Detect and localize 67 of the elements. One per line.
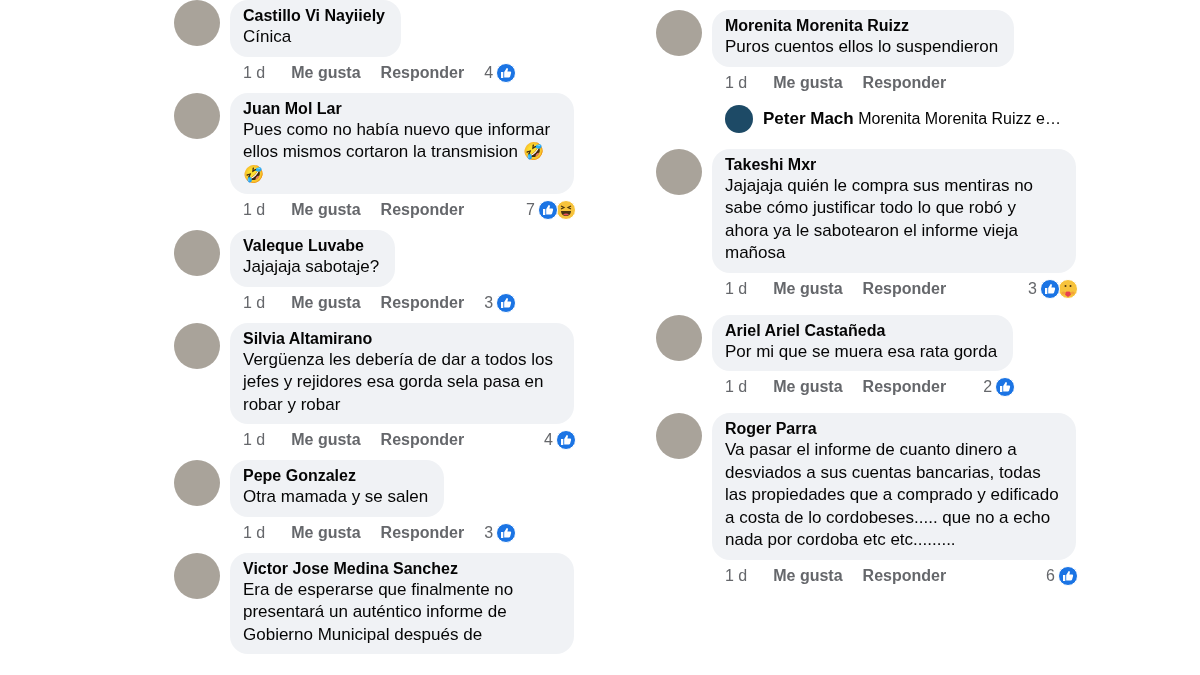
reply-link[interactable]: Responder <box>862 377 947 397</box>
comment-author[interactable]: Morenita Morenita Ruizz <box>725 16 999 36</box>
comment-text: Cínica <box>243 26 293 48</box>
like-link[interactable]: Me gusta <box>773 565 843 586</box>
like-link[interactable]: Me gusta <box>291 292 361 313</box>
comment-text: Pues como no había nuevo que informar ellos mismos cortaron la transmision 🤣🤣 <box>243 118 552 186</box>
reaction-count[interactable]: 4 <box>484 62 494 83</box>
thumbs-up-icon <box>1058 565 1078 586</box>
like-link[interactable]: Me gusta <box>291 62 361 83</box>
comment-author[interactable]: Castillo Vi Nayiiely <box>243 6 385 26</box>
reply-link[interactable]: Responder <box>380 522 465 543</box>
laughing-face-icon <box>556 200 576 220</box>
avatar-placeholder[interactable] <box>725 104 753 133</box>
comment-time[interactable]: 1 d <box>725 72 748 93</box>
comment-time[interactable]: 1 d <box>725 278 748 299</box>
reply-link[interactable]: Responder <box>380 430 465 450</box>
thumbs-up-icon <box>496 522 517 543</box>
comment-time[interactable]: 1 d <box>243 522 266 543</box>
comment-author[interactable]: Takeshi Mxr <box>725 154 1060 175</box>
comment-author[interactable]: Ariel Ariel Castañeda <box>725 320 998 341</box>
comment-text: Puros cuentos ellos lo suspendieron <box>725 36 999 58</box>
reaction-count[interactable]: 3 <box>1028 278 1037 299</box>
comment-author[interactable]: Pepe Gonzalez <box>243 466 429 486</box>
comment-text: Jajajaja quién le compra sus mentiras no sabe cómo justificar todo lo que robó y ahora ya le sabotearon el informe vieja mañosa <box>725 174 1035 264</box>
comment-author[interactable]: Roger Parra <box>725 419 1060 439</box>
reply-link[interactable]: Responder <box>380 200 465 220</box>
comment-time[interactable]: 1 d <box>725 377 748 397</box>
comment-time[interactable]: 1 d <box>243 292 266 313</box>
comment-author[interactable]: Silvia Altamirano <box>243 328 558 349</box>
thumbs-up-icon <box>496 292 517 313</box>
comment-time[interactable]: 1 d <box>243 200 266 220</box>
comment-time[interactable]: 1 d <box>725 565 748 586</box>
reply-link[interactable]: Responder <box>862 565 947 586</box>
comment-author[interactable]: Victor Jose Medina Sanchez <box>243 558 558 579</box>
reaction-count[interactable]: 3 <box>484 292 494 313</box>
reaction-count[interactable]: 2 <box>983 377 993 397</box>
like-link[interactable]: Me gusta <box>773 72 843 93</box>
comment-text: Jajajaja sabotaje? <box>243 256 380 278</box>
reaction-count[interactable]: 4 <box>544 430 553 450</box>
reply-link[interactable]: Responder <box>862 72 947 93</box>
reply-link[interactable]: Responder <box>380 292 465 313</box>
thumbs-up-icon <box>995 377 1016 397</box>
thumbs-up-icon <box>556 430 576 450</box>
comment-text: Vergüenza les debería de dar a todos los jefes y rejidores esa gorda sela pasa en robar y robar <box>243 348 554 416</box>
reaction-count[interactable]: 7 <box>526 200 535 220</box>
reply-preview[interactable]: Peter Mach Morenita Morenita Ruizz e… <box>763 108 1061 129</box>
comment-text: Por mi que se muera esa rata gorda <box>725 340 998 363</box>
comment-time[interactable]: 1 d <box>243 430 266 450</box>
comment-text: Era de esperarse que finalmente no presentará un auténtico informe de Gobierno Municipal después de <box>243 578 515 646</box>
comment-author[interactable]: Juan Mol Lar <box>243 98 558 119</box>
like-link[interactable]: Me gusta <box>291 522 361 543</box>
hugging-face-icon <box>1058 278 1078 299</box>
like-link[interactable]: Me gusta <box>773 377 843 397</box>
reply-link[interactable]: Responder <box>380 62 465 83</box>
thumbs-up-icon <box>496 62 517 83</box>
reply-link[interactable]: Responder <box>862 278 947 299</box>
comment-text: Va pasar el informe de cuanto dinero a desviados a sus cuentas bancarias, todas las propiedades que a comprado y edificado a costa de lo cordobeses..... que no a echo nada por cordoba etc etc......... <box>725 439 1060 551</box>
thumbs-up-icon <box>1040 278 1060 299</box>
comment-author[interactable]: Valeque Luvabe <box>243 236 380 256</box>
reaction-count[interactable]: 6 <box>1046 565 1055 586</box>
like-link[interactable]: Me gusta <box>773 278 843 299</box>
like-link[interactable]: Me gusta <box>291 430 361 450</box>
comment-text: Otra mamada y se salen <box>243 486 429 508</box>
thumbs-up-icon <box>538 200 558 220</box>
like-link[interactable]: Me gusta <box>291 200 361 220</box>
comment-time[interactable]: 1 d <box>243 62 266 83</box>
reaction-count[interactable]: 3 <box>484 522 494 543</box>
